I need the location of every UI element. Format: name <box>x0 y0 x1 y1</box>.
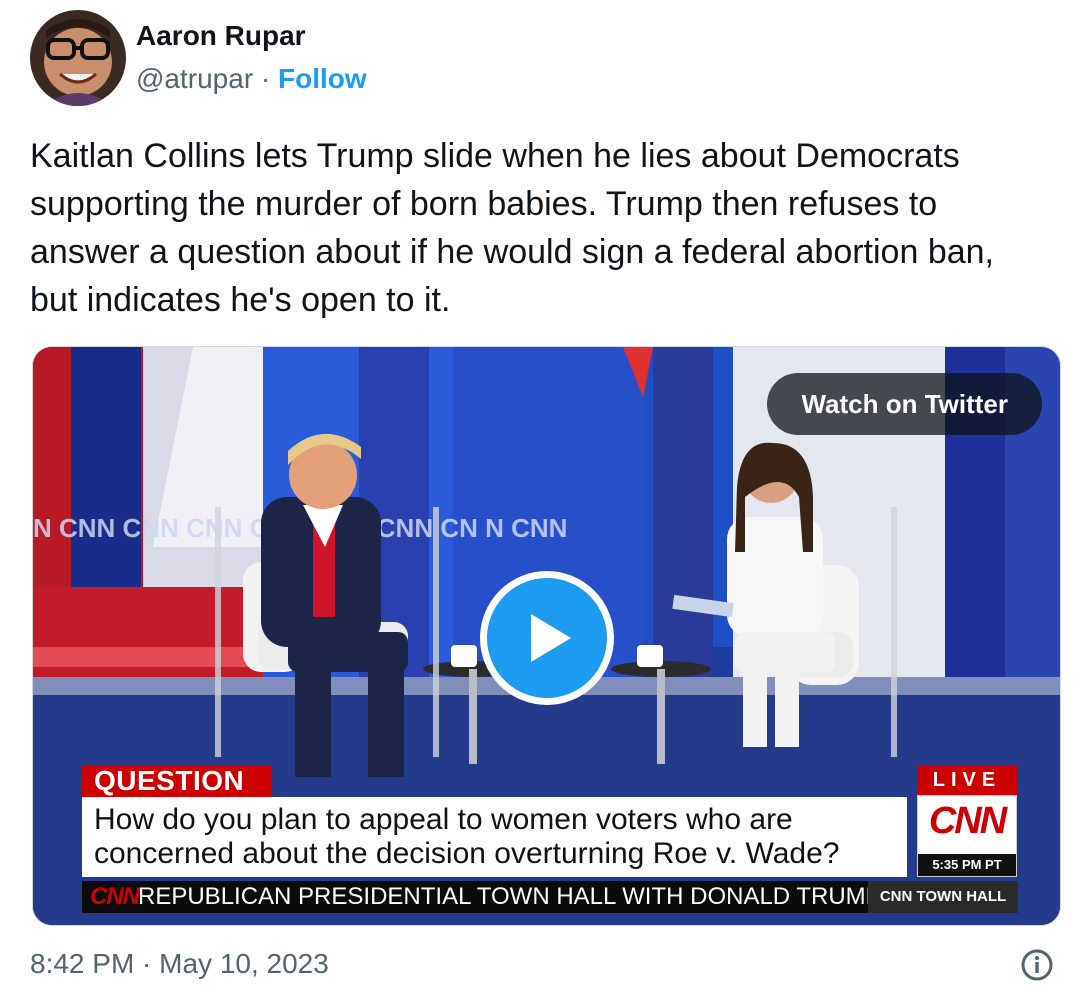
ticker-logo: CNN <box>90 883 140 910</box>
question-box: How do you plan to appeal to women voter… <box>82 797 907 877</box>
avatar[interactable] <box>30 10 126 106</box>
question-text: How do you plan to appeal to women voter… <box>94 803 840 870</box>
watch-on-twitter-button[interactable]: Watch on Twitter <box>767 373 1042 435</box>
follow-button[interactable]: Follow <box>278 63 367 94</box>
ticker-bar: CNN REPUBLICAN PRESIDENTIAL TOWN HALL WI… <box>82 881 1018 913</box>
author-name[interactable]: Aaron Rupar <box>136 18 367 54</box>
tweet-header: Aaron Rupar @atrupar · Follow <box>30 10 367 106</box>
avatar-image <box>30 10 126 106</box>
cnn-logo: CNN <box>928 800 1007 842</box>
separator: · <box>260 63 271 94</box>
tweet-text: Kaitlan Collins lets Trump slide when he… <box>30 137 994 319</box>
author-handle[interactable]: @atrupar <box>136 63 253 94</box>
video-player[interactable]: N CNN CNN CNN CNN CNN CNN CN N CNN <box>32 346 1061 926</box>
network-bug: CNN 5:35 PM PT <box>917 795 1017 877</box>
question-label: QUESTION <box>82 765 272 797</box>
broadcast-time: 5:35 PM PT <box>918 854 1016 876</box>
live-badge: LIVE <box>917 765 1017 795</box>
ticker-show-name: CNN TOWN HALL <box>868 881 1018 913</box>
play-icon <box>531 614 571 662</box>
tweet-timestamp[interactable]: 8:42 PM · May 10, 2023 <box>30 946 329 982</box>
handle-row: @atrupar · Follow <box>136 60 367 98</box>
info-icon[interactable] <box>1020 948 1054 982</box>
play-button[interactable] <box>480 571 614 705</box>
ticker-text: REPUBLICAN PRESIDENTIAL TOWN HALL WITH D… <box>138 883 882 910</box>
